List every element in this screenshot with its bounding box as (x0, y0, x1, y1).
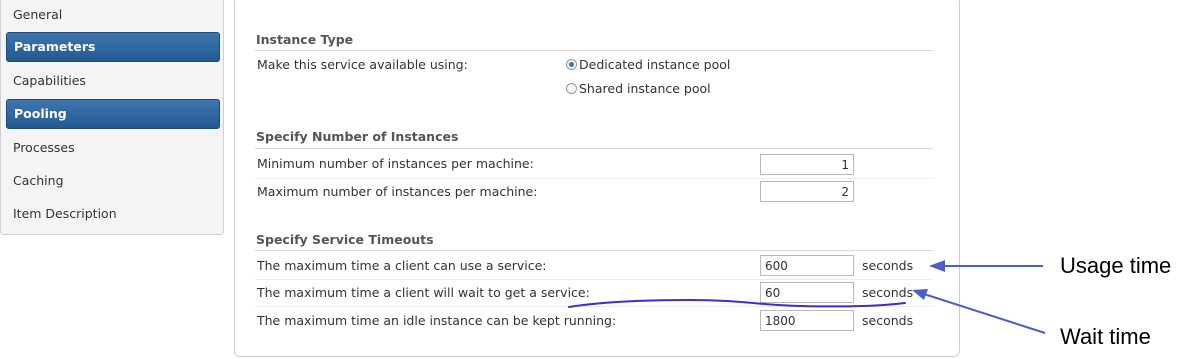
arrow-head-icon (912, 289, 928, 300)
wait-time-annotation: Wait time (1060, 324, 1151, 349)
wait-arrow-line (923, 293, 1046, 334)
arrow-head-icon (929, 260, 945, 272)
usage-time-annotation: Usage time (1060, 253, 1172, 278)
annotation-overlay (568, 260, 1046, 334)
scribble-underline (568, 298, 906, 308)
